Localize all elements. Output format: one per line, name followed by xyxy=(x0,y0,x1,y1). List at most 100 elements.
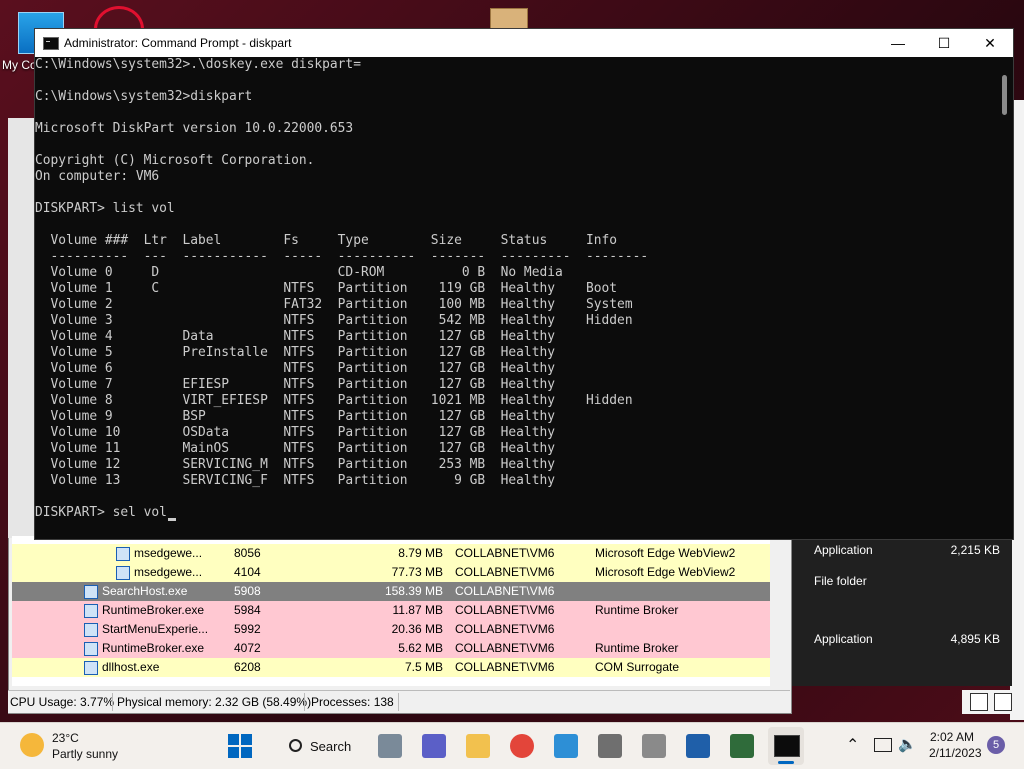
process-description: COM Surrogate xyxy=(595,660,680,674)
cpu-usage: CPU Usage: 3.77% xyxy=(10,695,115,709)
process-explorer-icon[interactable] xyxy=(730,734,754,758)
process-icon xyxy=(116,566,130,580)
process-memory: 7.5 MB xyxy=(404,660,443,674)
process-memory: 8.79 MB xyxy=(398,546,443,560)
clock-time[interactable]: 2:02 AM xyxy=(930,730,974,744)
console-line: C:\Windows\system32>diskpart xyxy=(35,89,253,104)
console-line: DISKPART> list vol xyxy=(35,201,175,216)
text-cursor xyxy=(167,518,176,521)
process-row[interactable]: RuntimeBroker.exe 5984 11.87 MB COLLABNET\V… xyxy=(12,601,770,620)
search-button[interactable]: Search xyxy=(276,731,360,761)
console-line: Volume 6 NTFS Partition 127 GB Healthy xyxy=(35,361,555,376)
file-type: Application xyxy=(814,543,873,557)
command-prompt-window[interactable]: Administrator: Command Prompt - diskpart… xyxy=(34,28,1014,540)
process-icon xyxy=(84,623,98,637)
console-line: ---------- --- ----------- ----- -------… xyxy=(35,249,649,264)
console-line: C:\Windows\system32>.\doskey.exe diskpar… xyxy=(35,57,361,72)
weather-temperature[interactable]: 23°C xyxy=(52,731,79,745)
process-row[interactable]: SearchHost.exe 5908 158.39 MB COLLABNET\VM6 xyxy=(12,582,770,601)
process-memory: 77.73 MB xyxy=(391,565,443,579)
console-output[interactable]: C:\Windows\system32>.\doskey.exe diskpar… xyxy=(35,57,995,539)
scrollbar-thumb[interactable] xyxy=(1002,75,1007,115)
process-description: Microsoft Edge WebView2 xyxy=(595,546,736,560)
process-row[interactable]: dllhost.exe 6208 7.5 MB COLLABNET\VM6 COM Su… xyxy=(12,658,770,677)
start-button[interactable] xyxy=(228,734,252,758)
search-label: Search xyxy=(310,739,352,754)
volume-icon[interactable]: 🔈 xyxy=(898,735,917,753)
chrome-icon[interactable] xyxy=(510,734,534,758)
console-line: Volume 2 FAT32 Partition 100 MB Healthy … xyxy=(35,297,633,312)
process-user: COLLABNET\VM6 xyxy=(455,603,555,617)
process-icon xyxy=(116,547,130,561)
minimize-button[interactable]: — xyxy=(875,29,921,57)
file-type: File folder xyxy=(814,574,867,588)
process-row[interactable]: RuntimeBroker.exe 4072 5.62 MB COLLABNET\VM… xyxy=(12,639,770,658)
chevron-up-icon[interactable]: ⌃ xyxy=(846,735,859,755)
process-memory: 158.39 MB xyxy=(384,584,443,598)
console-line: Volume 8 VIRT_EFIESP NTFS Partition 1021… xyxy=(35,393,633,408)
remote-desktop-icon[interactable] xyxy=(554,734,578,758)
process-user: COLLABNET\VM6 xyxy=(455,622,555,636)
process-icon xyxy=(84,661,98,675)
virtual-machine-icon-2[interactable] xyxy=(642,734,666,758)
view-toggle xyxy=(962,690,1024,714)
file-explorer-icon[interactable] xyxy=(466,734,490,758)
console-line: Volume 7 EFIESP NTFS Partition 127 GB He… xyxy=(35,377,555,392)
weather-icon[interactable] xyxy=(20,733,44,757)
process-pid: 5984 xyxy=(234,603,261,617)
process-explorer-statusbar: CPU Usage: 3.77% Physical memory: 2.32 G… xyxy=(8,690,790,713)
teams-chat-icon[interactable] xyxy=(422,734,446,758)
console-line: Volume 4 Data NTFS Partition 127 GB Heal… xyxy=(35,329,555,344)
process-icon xyxy=(84,642,98,656)
network-icon[interactable] xyxy=(874,738,892,752)
process-pid: 6208 xyxy=(234,660,261,674)
powershell-icon[interactable] xyxy=(686,734,710,758)
cmd-taskbar-button[interactable] xyxy=(768,727,804,765)
taskbar: 23°C Partly sunny Search ⌃ 🔈 2:02 AM 2/1… xyxy=(0,722,1024,769)
process-pid: 4072 xyxy=(234,641,261,655)
file-size: 2,215 KB xyxy=(950,543,1000,557)
process-pid: 5908 xyxy=(234,584,261,598)
process-tree[interactable]: msedgewe... 8056 8.79 MB COLLABNET\VM6 Micro… xyxy=(12,536,770,686)
title-bar[interactable]: Administrator: Command Prompt - diskpart… xyxy=(35,29,1013,57)
console-line: DISKPART> sel vol xyxy=(35,505,167,520)
console-line: Volume 0 D CD-ROM 0 B No Media xyxy=(35,265,563,280)
active-indicator xyxy=(778,761,794,764)
console-line: Volume 10 OSData NTFS Partition 127 GB H… xyxy=(35,425,555,440)
process-icon xyxy=(84,604,98,618)
process-user: COLLABNET\VM6 xyxy=(455,584,555,598)
console-line: Volume 9 BSP NTFS Partition 127 GB Healt… xyxy=(35,409,555,424)
close-button[interactable]: ✕ xyxy=(967,29,1013,57)
vertical-scrollbar[interactable] xyxy=(997,57,1013,539)
desktop-icon-label: My Co xyxy=(2,58,37,72)
task-view-icon[interactable] xyxy=(378,734,402,758)
weather-description[interactable]: Partly sunny xyxy=(52,747,118,761)
notification-badge[interactable]: 5 xyxy=(987,736,1005,754)
virtual-machine-icon[interactable] xyxy=(598,734,622,758)
maximize-button[interactable]: ☐ xyxy=(921,29,967,57)
console-line: Copyright (C) Microsoft Corporation. xyxy=(35,153,315,168)
process-pid: 5992 xyxy=(234,622,261,636)
window-title: Administrator: Command Prompt - diskpart xyxy=(64,36,292,50)
process-memory: 5.62 MB xyxy=(398,641,443,655)
process-name: SearchHost.exe xyxy=(102,584,188,598)
cmd-app-icon xyxy=(43,37,59,50)
process-row[interactable]: StartMenuExperie... 5992 20.36 MB COLLABNET… xyxy=(12,620,770,639)
process-name: msedgewe... xyxy=(134,546,203,560)
process-icon xyxy=(84,585,98,599)
file-list-panel[interactable]: Application 2,215 KB File folder Applica… xyxy=(792,536,1012,686)
cmd-taskbar-icon xyxy=(774,735,800,757)
process-row[interactable]: msedgewe... 4104 77.73 MB COLLABNET\VM6 Micr… xyxy=(12,563,770,582)
console-line: Volume 5 PreInstalle NTFS Partition 127 … xyxy=(35,345,555,360)
process-name: RuntimeBroker.exe xyxy=(102,641,205,655)
process-description: Runtime Broker xyxy=(595,641,679,655)
process-user: COLLABNET\VM6 xyxy=(455,660,555,674)
process-row[interactable]: msedgewe... 8056 8.79 MB COLLABNET\VM6 Micro… xyxy=(12,544,770,563)
clock-date[interactable]: 2/11/2023 xyxy=(929,746,982,760)
tiles-view-icon[interactable] xyxy=(994,693,1012,711)
details-view-icon[interactable] xyxy=(970,693,988,711)
console-line: On computer: VM6 xyxy=(35,169,160,184)
console-line: Volume ### Ltr Label Fs Type Size Status… xyxy=(35,233,618,248)
process-count: Processes: 138 xyxy=(311,695,394,709)
process-memory: 11.87 MB xyxy=(392,603,443,617)
